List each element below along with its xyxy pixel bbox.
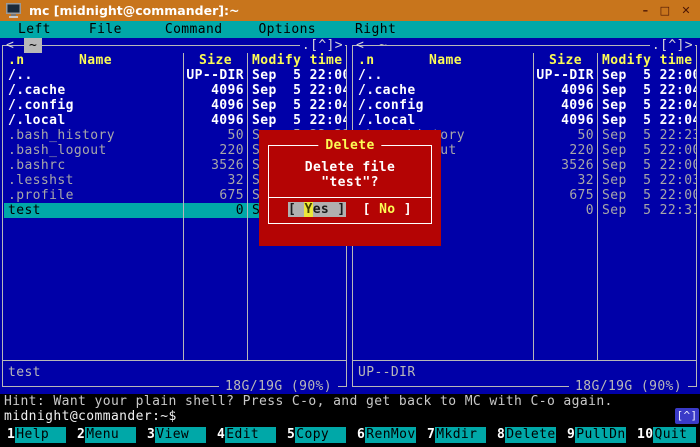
delete-dialog-title: Delete: [318, 138, 381, 153]
yes-button[interactable]: [ Yes ]: [288, 202, 346, 217]
minimize-button[interactable]: –: [643, 3, 649, 18]
delete-dialog-message-line1: Delete file: [259, 160, 441, 175]
fkey-edit[interactable]: 4Edit: [210, 427, 280, 443]
column-header-size[interactable]: Size: [533, 53, 597, 68]
left-panel-header: .n Name Size Modify time: [4, 53, 346, 68]
fkey-menu[interactable]: 2Menu: [70, 427, 140, 443]
left-panel-path: ~: [24, 38, 42, 53]
terminal-icon: [5, 3, 22, 18]
file-row[interactable]: /.cache4096Sep 5 22:04: [4, 83, 346, 98]
file-row[interactable]: /.local4096Sep 5 22:04: [4, 113, 346, 128]
function-keybar: 1Help 2Menu 3View 4Edit 5Copy 6RenMov 7M…: [0, 425, 700, 447]
column-header-mtime[interactable]: Modify time: [247, 53, 346, 68]
delete-dialog: Delete Delete file "test"? [ Yes ] [ No …: [259, 130, 441, 246]
file-row[interactable]: /.config4096Sep 5 22:04: [354, 98, 696, 113]
hint-line: Hint: Want your plain shell? Press C-o, …: [4, 394, 700, 409]
left-panel-scroll-marker[interactable]: .[^]>: [300, 38, 345, 53]
left-panel-ministatus-separator: [3, 360, 346, 361]
file-row[interactable]: /.cache4096Sep 5 22:04: [354, 83, 696, 98]
column-header-name[interactable]: Name: [354, 53, 533, 68]
column-header-size[interactable]: Size: [183, 53, 247, 68]
right-panel-disk-usage: 18G/19G (90%): [569, 379, 688, 394]
file-row[interactable]: /..UP--DIRSep 5 22:00: [4, 68, 346, 83]
fkey-help[interactable]: 1Help: [0, 427, 70, 443]
scroll-up-indicator[interactable]: [^]: [675, 408, 699, 424]
sort-indicator[interactable]: .n: [358, 53, 374, 68]
fkey-quit[interactable]: 10Quit: [630, 427, 700, 443]
menu-command[interactable]: Command: [165, 22, 223, 37]
shell-prompt[interactable]: midnight@commander:~$: [4, 409, 604, 424]
yes-hotkey: Y: [304, 202, 312, 217]
fkey-mkdir[interactable]: 7Mkdir: [420, 427, 490, 443]
panel-left-arrow-icon[interactable]: <: [6, 38, 14, 53]
column-header-mtime[interactable]: Modify time: [597, 53, 696, 68]
titlebar[interactable]: mc [midnight@commander]:~ – □ ✕: [0, 0, 700, 21]
right-panel-header: .n Name Size Modify time: [354, 53, 696, 68]
fkey-copy[interactable]: 5Copy: [280, 427, 350, 443]
fkey-view[interactable]: 3View: [140, 427, 210, 443]
fkey-renmov[interactable]: 6RenMov: [350, 427, 420, 443]
fkey-pulldn[interactable]: 9PullDn: [560, 427, 630, 443]
sort-indicator[interactable]: .n: [8, 53, 24, 68]
no-button[interactable]: [ No ]: [363, 202, 412, 217]
window-title: mc [midnight@commander]:~: [29, 3, 239, 18]
right-panel-ministatus-separator: [353, 360, 696, 361]
file-row[interactable]: /.config4096Sep 5 22:04: [4, 98, 346, 113]
left-panel-mini-status: test: [8, 365, 41, 380]
menu-file[interactable]: File: [89, 22, 122, 37]
maximize-button[interactable]: □: [660, 3, 671, 18]
left-panel-disk-usage: 18G/19G (90%): [219, 379, 338, 394]
file-row[interactable]: /..UP--DIRSep 5 22:00: [354, 68, 696, 83]
menubar: Left File Command Options Right: [0, 21, 700, 38]
menu-left[interactable]: Left: [18, 22, 51, 37]
right-panel-scroll-marker[interactable]: .[^]>: [650, 38, 695, 53]
panel-left-arrow-icon[interactable]: <: [356, 38, 364, 53]
close-button[interactable]: ✕: [681, 3, 691, 18]
file-row[interactable]: /.local4096Sep 5 22:04: [354, 113, 696, 128]
delete-dialog-message-line2: "test"?: [259, 175, 441, 190]
right-panel-path: ~: [374, 38, 392, 53]
menu-right[interactable]: Right: [355, 22, 396, 37]
no-label: No: [379, 202, 395, 217]
column-header-name[interactable]: Name: [4, 53, 183, 68]
menu-options[interactable]: Options: [258, 22, 316, 37]
delete-dialog-divider: [268, 197, 432, 198]
fkey-delete[interactable]: 8Delete: [490, 427, 560, 443]
right-panel-mini-status: UP--DIR: [358, 365, 416, 380]
